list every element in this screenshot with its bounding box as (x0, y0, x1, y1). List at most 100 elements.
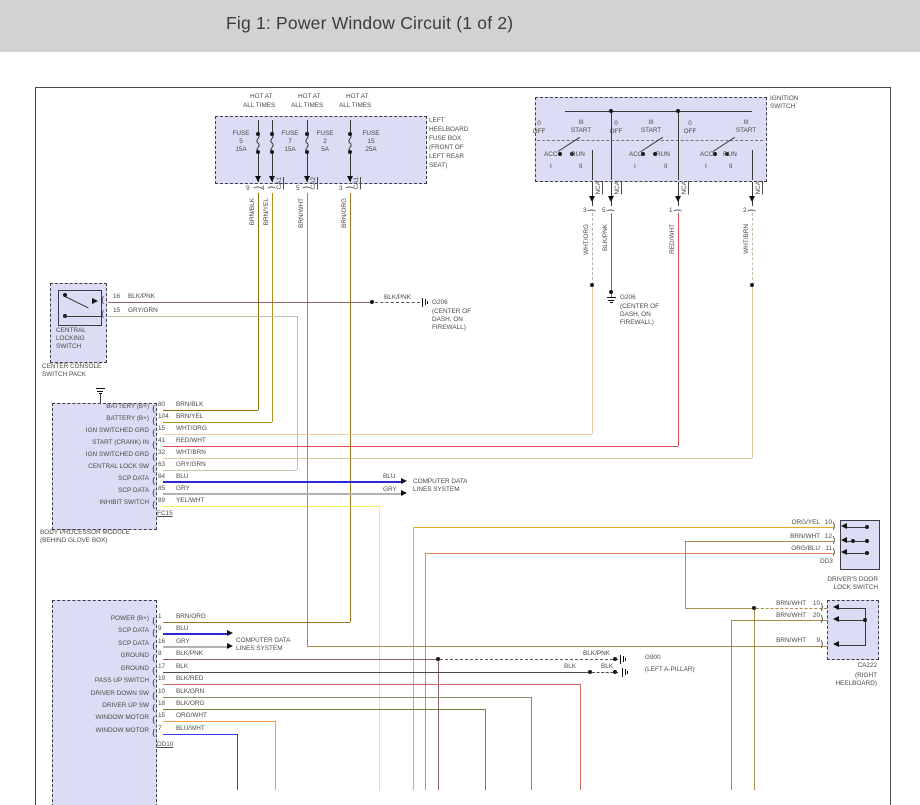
junction-dot (676, 109, 680, 113)
wire-name: BLK (176, 663, 189, 670)
ca222-name: (RIGHT HEELBOARD) (835, 672, 877, 687)
wire-blk-pnk-dashed (375, 302, 420, 303)
wire-name: WHT/ORG (176, 425, 207, 432)
wire-org-wht (163, 721, 275, 723)
connector-hook: ( (152, 729, 156, 739)
wire-gry (163, 493, 401, 495)
pin-number: 16 (113, 293, 121, 300)
pin-label: PASS UP SWITCH (94, 677, 149, 684)
connector-hook: ( (152, 642, 156, 652)
wire-name: ORG/YEL (791, 519, 820, 526)
wire-brn-org (163, 622, 350, 624)
junction-dot (63, 293, 67, 297)
wire-name: BLU (383, 473, 396, 480)
pin-number: 5 (296, 185, 300, 192)
wire-name: BLU (176, 625, 189, 632)
wire-brn-wht (684, 608, 755, 610)
pin-label: SCP DATA (118, 487, 149, 494)
wire-name: WHT/ORG (583, 224, 590, 255)
position-ii: II (579, 163, 583, 170)
pin-number: 20 (812, 612, 820, 619)
wire-blk (163, 672, 588, 674)
pin-label: POWER (B+) (110, 615, 149, 622)
wire-name: BLU/WHT (176, 725, 205, 732)
connector-hook: ( (152, 617, 156, 627)
connector-hook: ( (101, 310, 105, 320)
connector-hook: ) (832, 536, 836, 546)
fuse-label: FUSE 2 5A (316, 130, 334, 153)
splice-dot (613, 657, 617, 661)
connector-hook: ( (343, 185, 354, 190)
wire-wht-org-dashed (591, 213, 593, 285)
junction-dot (865, 551, 869, 555)
pin-label: BATTERY (B+) (106, 403, 149, 410)
pin-number: 19 (158, 675, 166, 682)
connector-hook: ( (152, 667, 156, 677)
pin-number: 10 (812, 600, 820, 607)
ground-stem (99, 394, 101, 403)
position-start: III START (735, 119, 757, 134)
wire-name: GRY/GRN (176, 461, 206, 468)
pin-number: 17 (158, 663, 166, 670)
ignition-exit-lead (751, 182, 753, 206)
pin-label: GROUND (120, 652, 149, 659)
wire-brn-wht (684, 541, 834, 543)
pin-label: START (CRANK) IN (92, 439, 149, 446)
wire-wht-brn-dashed (751, 213, 753, 285)
switch-pack-name: CENTER CONSOLE SWITCH PACK (42, 363, 102, 378)
wire-org-wht (274, 721, 276, 790)
ground-location: (CENTER OF DASH, ON FIREWALL) (432, 308, 472, 331)
wire-name: BRN/BLK (249, 198, 256, 226)
pin-label: WINDOW MOTOR (95, 727, 149, 734)
arrow-left-icon (841, 549, 847, 555)
connector-hook: ( (152, 441, 156, 451)
arrow-down-icon (589, 196, 595, 202)
fuse-label: FUSE 5 15A (232, 130, 250, 153)
wire-name: GRY (176, 638, 190, 645)
connector-line (865, 607, 867, 646)
wire-name: BLK/RED (176, 675, 204, 682)
wire-brn-wht (306, 646, 828, 648)
pin-number: 3 (583, 207, 587, 214)
connector-hook: ( (152, 716, 156, 726)
hot-at-label: HOT AT (298, 93, 321, 100)
position-acc: ACC (700, 151, 714, 158)
wire-red-wht (677, 213, 679, 446)
pin-label: DRIVER UP SW (102, 702, 149, 709)
arrow-down-icon (749, 196, 755, 202)
position-ii: II (729, 163, 733, 170)
pin-number: 1 (158, 613, 162, 620)
wire-blu-wht (236, 734, 238, 790)
wire-name: BLU (176, 473, 189, 480)
wire-name: BLK/PNK (583, 650, 610, 657)
pin-number: 9 (246, 185, 250, 192)
connector-hook: ( (300, 185, 311, 190)
pin-number: 63 (158, 461, 166, 468)
ignition-exit-lead (677, 182, 679, 206)
connector-hook: ( (152, 417, 156, 427)
wire-name: BLK/GRN (176, 688, 205, 695)
pin-number: 41 (158, 437, 166, 444)
wire-blu-wht (163, 734, 237, 736)
junction-dot (270, 150, 274, 154)
wire-blk-org (163, 709, 485, 711)
junction-dot (270, 132, 274, 136)
fuse-label: FUSE 15 25A (362, 130, 380, 153)
junction-dot (865, 525, 869, 529)
connector-hook: ( (152, 704, 156, 714)
arrow-down-icon (675, 196, 681, 202)
pin-label: SCP DATA (118, 627, 149, 634)
wire-yel-wht (163, 506, 379, 508)
arrow-right-icon (227, 630, 233, 636)
wire-name: RED/WHT (669, 224, 676, 254)
connector-hook: ( (152, 489, 156, 499)
ignition-bus-line (565, 111, 752, 113)
pin-number: 10 (824, 519, 832, 526)
wire-name: YEL/WHT (176, 497, 205, 504)
ignition-lead (677, 112, 679, 180)
arrow-down-icon (255, 176, 261, 182)
wire-name: GRY (383, 486, 397, 493)
wire-blu (163, 633, 227, 635)
connector-label: CA1 (353, 177, 360, 190)
connector-hook: ( (152, 501, 156, 511)
